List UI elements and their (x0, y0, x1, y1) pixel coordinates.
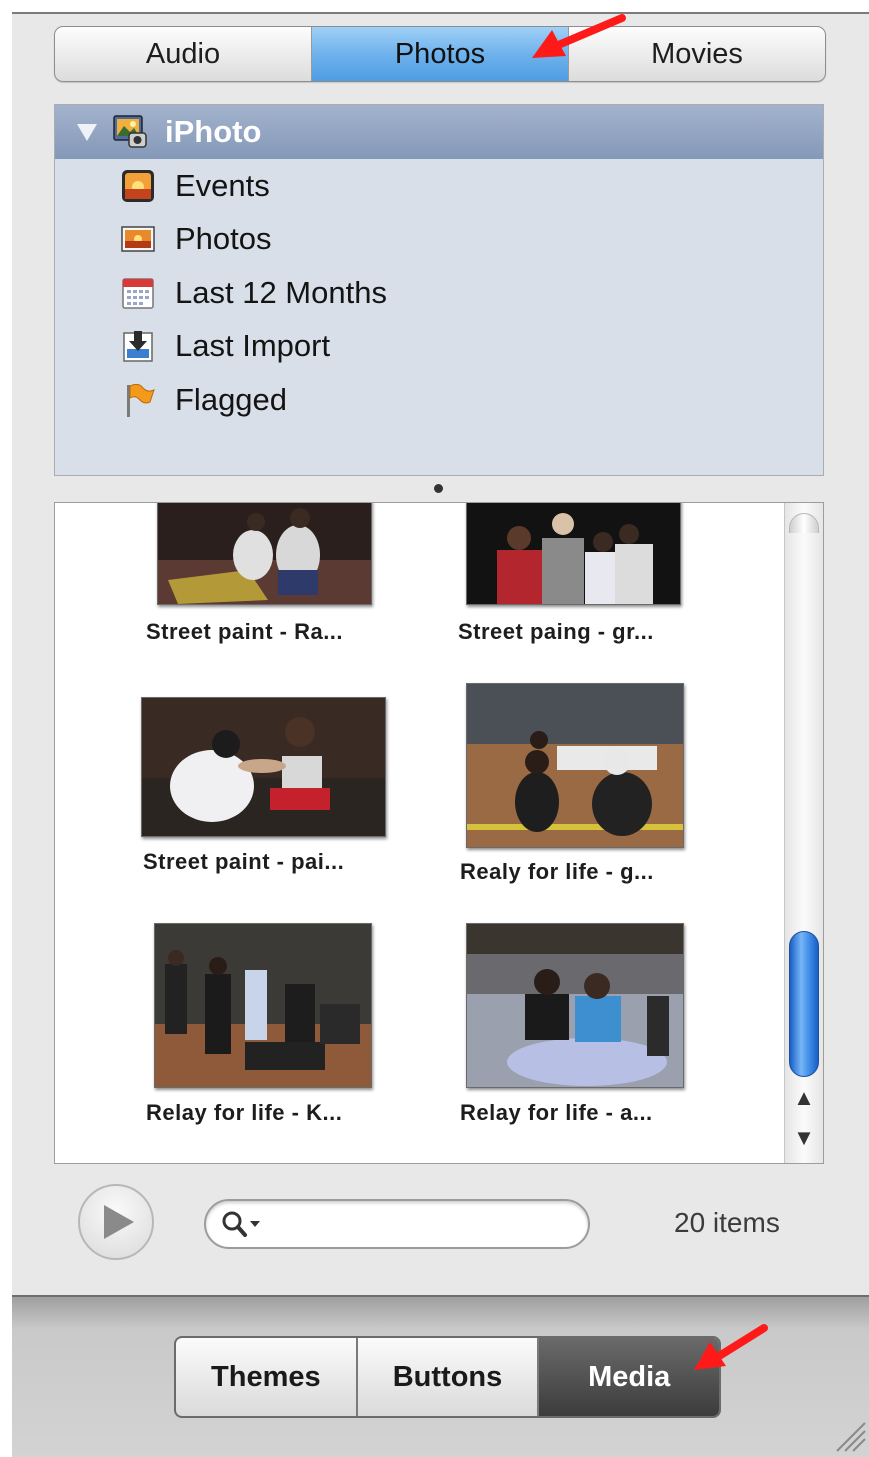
flag-icon (119, 381, 157, 419)
search-icon[interactable] (220, 1209, 262, 1239)
events-icon (119, 167, 157, 205)
calendar-icon (119, 274, 157, 312)
annotation-arrow-icon (694, 1324, 768, 1370)
source-item-events[interactable]: Events (55, 159, 823, 213)
scroll-track-cap (789, 513, 819, 533)
annotation-arrow-icon (532, 14, 626, 58)
source-item-iphoto[interactable]: iPhoto (55, 105, 823, 159)
source-item-label: Photos (175, 221, 272, 257)
source-item-label: Last Import (175, 328, 331, 364)
tab-buttons[interactable]: Buttons (358, 1338, 540, 1416)
photo-caption: Street paing - gr... (458, 619, 654, 644)
photo-caption: Relay for life - a... (460, 1100, 653, 1125)
search-input[interactable] (268, 1210, 572, 1238)
source-item-flagged[interactable]: Flagged (55, 373, 823, 427)
source-item-last-12-months[interactable]: Last 12 Months (55, 266, 823, 320)
source-item-label: Events (175, 167, 270, 203)
scroll-thumb[interactable] (789, 931, 819, 1077)
split-view-handle[interactable] (434, 484, 443, 493)
tab-audio[interactable]: Audio (55, 27, 312, 81)
source-item-label: iPhoto (165, 114, 262, 149)
photo-grid: Street paint - Ra... Street paing - gr..… (54, 502, 824, 1164)
source-item-label: Last 12 Months (175, 274, 387, 310)
photo-thumbnail[interactable] (141, 697, 386, 837)
item-count: 20 items (674, 1207, 780, 1238)
photo-caption: Street paint - Ra... (146, 619, 344, 644)
photo-thumbnail[interactable] (466, 923, 684, 1088)
play-icon (104, 1205, 134, 1239)
photo-caption: Realy for life - g... (460, 859, 654, 884)
search-field[interactable] (204, 1199, 590, 1249)
import-icon (119, 327, 157, 365)
media-type-tabs: Audio Photos Movies (54, 26, 826, 82)
photo-caption: Relay for life - K... (146, 1100, 343, 1125)
photo-thumbnail[interactable] (466, 683, 684, 848)
play-button[interactable] (78, 1184, 154, 1260)
vertical-scrollbar[interactable]: ▲ ▼ (784, 503, 823, 1163)
photo-caption: Street paint - pai... (143, 849, 345, 874)
disclosure-triangle-icon[interactable] (77, 123, 97, 141)
scroll-up-arrow-icon[interactable]: ▲ (785, 1083, 823, 1113)
tab-themes[interactable]: Themes (176, 1338, 358, 1416)
photo-thumbnail[interactable] (154, 923, 372, 1088)
iphoto-icon (111, 113, 149, 151)
scroll-down-arrow-icon[interactable]: ▼ (785, 1123, 823, 1153)
photo-thumbnail[interactable] (466, 503, 681, 605)
browser-mode-tabs: Themes Buttons Media (174, 1336, 721, 1418)
photos-icon (119, 220, 157, 258)
source-item-last-import[interactable]: Last Import (55, 320, 823, 374)
source-item-label: Flagged (175, 381, 288, 417)
resize-grip-icon[interactable] (827, 1413, 867, 1453)
source-item-photos[interactable]: Photos (55, 213, 823, 267)
photo-thumbnail[interactable] (157, 503, 372, 605)
source-list: iPhoto Events Photos Last 12 Months Last… (54, 104, 824, 476)
